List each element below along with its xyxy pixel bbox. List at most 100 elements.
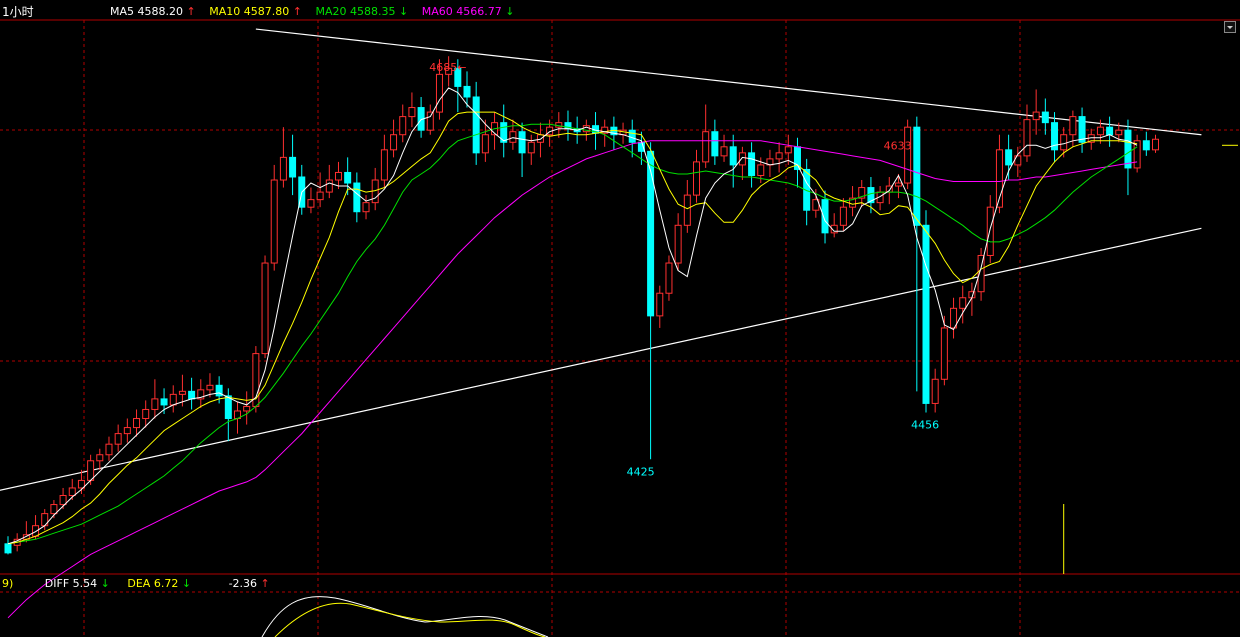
candle (399, 104, 407, 143)
chart-grid (0, 19, 1240, 637)
candle (766, 149, 774, 177)
candle (693, 149, 700, 203)
candle-body (720, 146, 728, 157)
candle-body (353, 182, 361, 213)
moving-average-lines (7, 87, 1238, 619)
candle-body (1106, 126, 1114, 136)
ma10-value: 4587.80 (243, 5, 290, 18)
candle-body (665, 262, 673, 294)
ma20-label: MA20 (315, 5, 347, 18)
candle (188, 377, 196, 410)
candle (408, 92, 416, 128)
candle-body (1032, 111, 1040, 121)
candle (564, 110, 572, 141)
candle-body (169, 393, 177, 406)
candles (4, 56, 1159, 555)
candle-body (224, 395, 232, 420)
candle-body (729, 146, 737, 166)
candle-body (188, 390, 196, 400)
candle-body (426, 111, 434, 131)
candle (849, 186, 857, 217)
candle-body (509, 131, 517, 143)
ma20-line (7, 123, 1138, 545)
candle-body (738, 152, 746, 166)
candle (426, 104, 434, 135)
candle (243, 391, 251, 425)
candle-body (123, 427, 131, 435)
candle-body (784, 146, 792, 154)
candle (1051, 112, 1059, 162)
candle (509, 119, 517, 150)
candle (683, 180, 691, 233)
candle-body (518, 131, 526, 154)
ma20-legend: MA20 4588.35 ↓ (315, 5, 411, 18)
candle (1152, 134, 1159, 153)
candle (270, 164, 278, 271)
candle-body (4, 543, 12, 554)
ma10-line (7, 111, 1138, 545)
candle-body (1069, 116, 1077, 136)
candle (894, 173, 902, 199)
candle (500, 104, 508, 158)
macd-diff: DIFF 5.54 ↓ (45, 577, 114, 590)
candle-body (334, 171, 342, 181)
candle-body (683, 194, 691, 226)
candle-body (68, 487, 76, 497)
macd-histogram-value: -2.36 (228, 577, 258, 590)
candle (931, 368, 939, 413)
candle-body (96, 454, 104, 462)
candle-body (647, 150, 655, 317)
candle (1005, 134, 1013, 181)
candle (114, 424, 122, 452)
ma10-label: MA10 (209, 5, 241, 18)
candle-body (279, 156, 287, 181)
candle (950, 297, 958, 339)
candle (665, 255, 673, 301)
candle (197, 379, 205, 408)
candle-body (390, 134, 398, 151)
ma60-value: 4566.77 (456, 5, 502, 18)
trendline-0 (255, 28, 1202, 136)
candle-body (142, 408, 150, 420)
candle-body (261, 262, 269, 355)
candle (775, 142, 783, 173)
candle-body (628, 129, 636, 143)
ma5-legend: MA5 4588.20 ↑ (110, 5, 199, 18)
candle (968, 282, 976, 316)
price-label: 4633 (884, 139, 912, 152)
candle-body (59, 495, 67, 506)
candle-body (1142, 140, 1150, 151)
candle-body (674, 224, 682, 264)
candlestick-chart[interactable]: 4685← 4633 4425 4456 (0, 0, 1240, 637)
candle (793, 137, 801, 188)
ma60-label: MA60 (421, 5, 453, 18)
candle (123, 418, 131, 443)
candle-body (986, 206, 994, 256)
candle-body (1124, 129, 1132, 169)
ma20-arrow-icon: ↓ (398, 5, 409, 18)
candle-body (399, 116, 407, 136)
candle (1032, 89, 1040, 135)
candle (289, 134, 297, 196)
ma10-legend: MA10 4587.80 ↑ (209, 5, 305, 18)
candle (738, 146, 746, 181)
candle-body (931, 378, 939, 404)
candle (151, 379, 159, 419)
candle-body (133, 418, 141, 429)
candle-body (243, 405, 251, 412)
ma60-line (7, 140, 1138, 619)
candle (380, 134, 388, 188)
candle-body (362, 202, 370, 213)
expand-toggle-button[interactable] (1224, 21, 1236, 33)
candle (702, 104, 710, 168)
period-label[interactable]: 1小时 (2, 3, 34, 20)
candle (307, 187, 315, 214)
candle (1087, 128, 1095, 150)
candle-body (463, 85, 471, 98)
trendlines (0, 28, 1202, 491)
macd-arrow-icon: ↑ (260, 577, 270, 590)
candle-body (711, 131, 719, 157)
candle (647, 142, 655, 460)
ma5-label: MA5 (110, 5, 135, 18)
candle-body (1060, 134, 1068, 151)
